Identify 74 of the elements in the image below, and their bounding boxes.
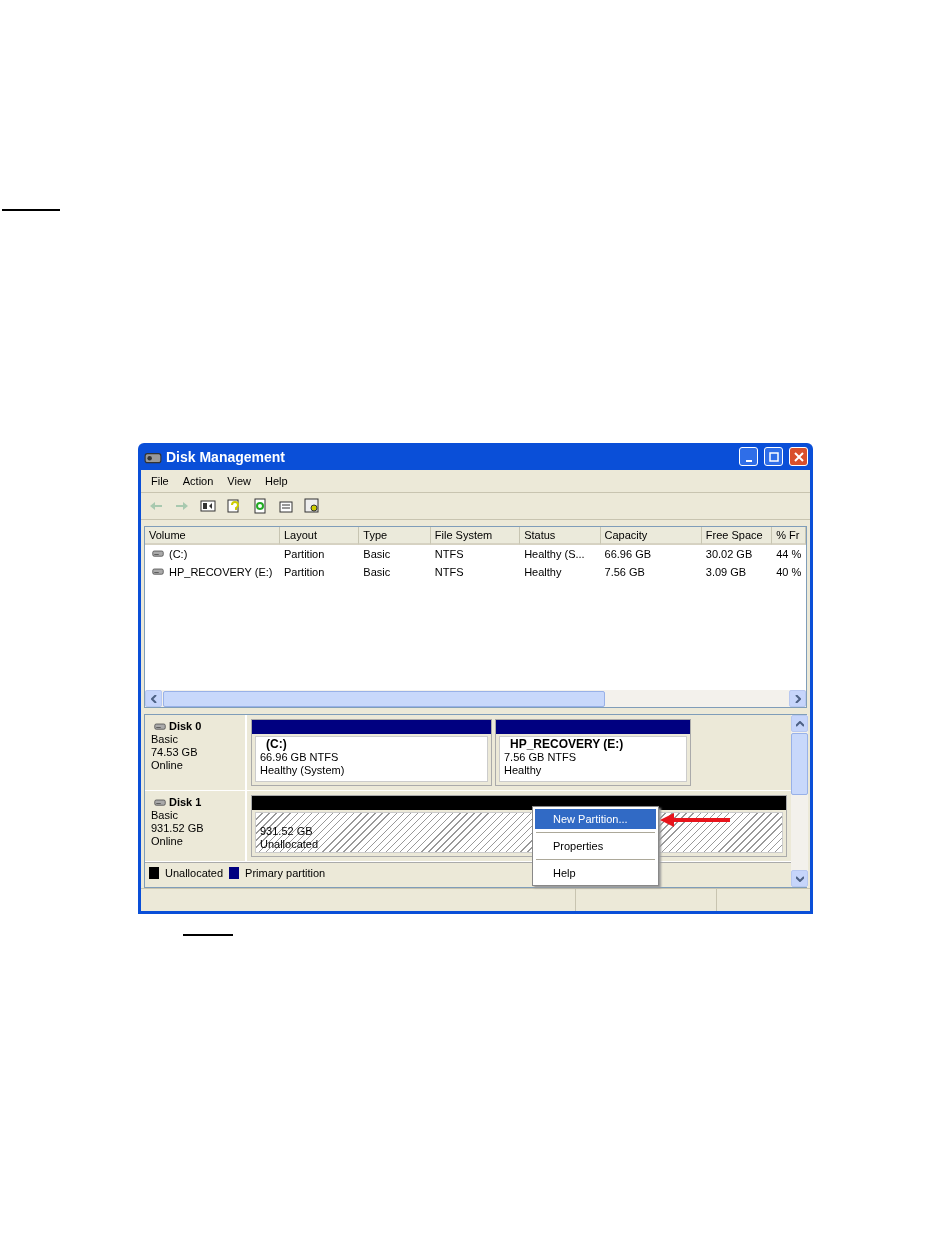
table-cell-text: Healthy (523, 566, 563, 578)
disk-size: 931.52 GB (151, 822, 205, 835)
column-header[interactable]: % Fr (772, 527, 806, 545)
chevron-left-icon (150, 694, 157, 703)
disk-type: Basic (151, 733, 179, 746)
partition-status: Unallocated (260, 838, 319, 851)
column-header[interactable]: Free Space (701, 527, 773, 545)
menu-item[interactable]: Action (176, 473, 220, 489)
scrollbar-thumb[interactable] (163, 690, 605, 707)
maximize-button[interactable] (764, 447, 783, 466)
disk-name: Disk 1 (169, 796, 202, 809)
menu-item[interactable]: File (145, 473, 175, 489)
partition-title: HP_RECOVERY (E:) (509, 738, 624, 751)
drive-icon (151, 796, 169, 809)
scroll-left-button[interactable] (145, 690, 162, 707)
table-cell-text: 44 % (775, 548, 803, 560)
partition-title: (C:) (265, 738, 287, 751)
arrow-drawing (660, 812, 732, 828)
table-cell-text: 3.09 GB (704, 566, 748, 578)
table-cell-text: Partition (282, 548, 326, 560)
drive-icon (151, 720, 169, 733)
column-header[interactable]: Type (359, 527, 431, 545)
window-title: Disk Management (166, 448, 287, 465)
minimize-button[interactable] (739, 447, 758, 466)
table-cell-text: Basic (362, 548, 392, 560)
scroll-up-button[interactable] (791, 715, 808, 732)
drive-icon (149, 566, 167, 578)
settings-icon[interactable] (303, 497, 321, 515)
partition-block[interactable]: HP_RECOVERY (E:) 7.56 GB NTFS Healthy (495, 719, 691, 786)
partition-size: 7.56 GB NTFS (504, 751, 577, 764)
disk-status: Online (151, 835, 184, 848)
chevron-up-icon (795, 720, 804, 727)
scroll-right-button[interactable] (789, 690, 806, 707)
table-cell-text: Basic (362, 566, 392, 578)
chevron-down-icon (795, 875, 804, 882)
table-cell-text: 30.02 GB (704, 548, 754, 560)
minimize-icon (745, 460, 752, 462)
panel-icon[interactable] (199, 497, 217, 515)
table-cell-text: 66.96 GB (603, 548, 653, 560)
refresh-icon[interactable] (251, 497, 269, 515)
maximize-icon (768, 451, 779, 462)
partition-size: 66.96 GB NTFS (260, 751, 339, 764)
column-header[interactable]: Status (520, 527, 601, 545)
partition-block[interactable]: (C:) 66.96 GB NTFS Healthy (System) (251, 719, 492, 786)
column-header[interactable]: File System (430, 527, 521, 545)
table-cell-text: NTFS (433, 548, 465, 560)
column-header[interactable]: Capacity (600, 527, 702, 545)
partition-status: Healthy (System) (260, 764, 345, 777)
table-cell: (C:) (169, 548, 188, 560)
partition-size: 931.52 GB (260, 825, 313, 838)
column-header[interactable]: Layout (279, 527, 360, 545)
table-cell-text: 40 % (775, 566, 803, 578)
disk-name: Disk 0 (169, 720, 202, 733)
disk-type: Basic (151, 809, 179, 822)
menu-item[interactable]: View (221, 473, 257, 489)
table-cell: HP_RECOVERY (E:) (169, 566, 273, 578)
menu-item[interactable]: New Partition... (535, 809, 656, 829)
scroll-down-button[interactable] (791, 870, 808, 887)
drive-icon (149, 548, 167, 560)
menu-item[interactable]: Help (258, 473, 294, 489)
table-cell-text: Partition (282, 566, 326, 578)
legend-label: Primary partition (245, 867, 326, 879)
close-icon (793, 451, 804, 462)
close-button[interactable] (789, 447, 808, 466)
scrollbar-thumb[interactable] (791, 733, 808, 795)
table-cell-text: Healthy (S... (523, 548, 586, 560)
chevron-right-icon (794, 694, 801, 703)
disk-status: Online (151, 759, 184, 772)
disk-size: 74.53 GB (151, 746, 199, 759)
partition-status: Healthy (504, 764, 542, 777)
table-cell-text: 7.56 GB (603, 566, 646, 578)
legend-label: Unallocated (165, 867, 224, 879)
table-cell-text: NTFS (433, 566, 465, 578)
column-header[interactable]: Volume (145, 527, 280, 545)
